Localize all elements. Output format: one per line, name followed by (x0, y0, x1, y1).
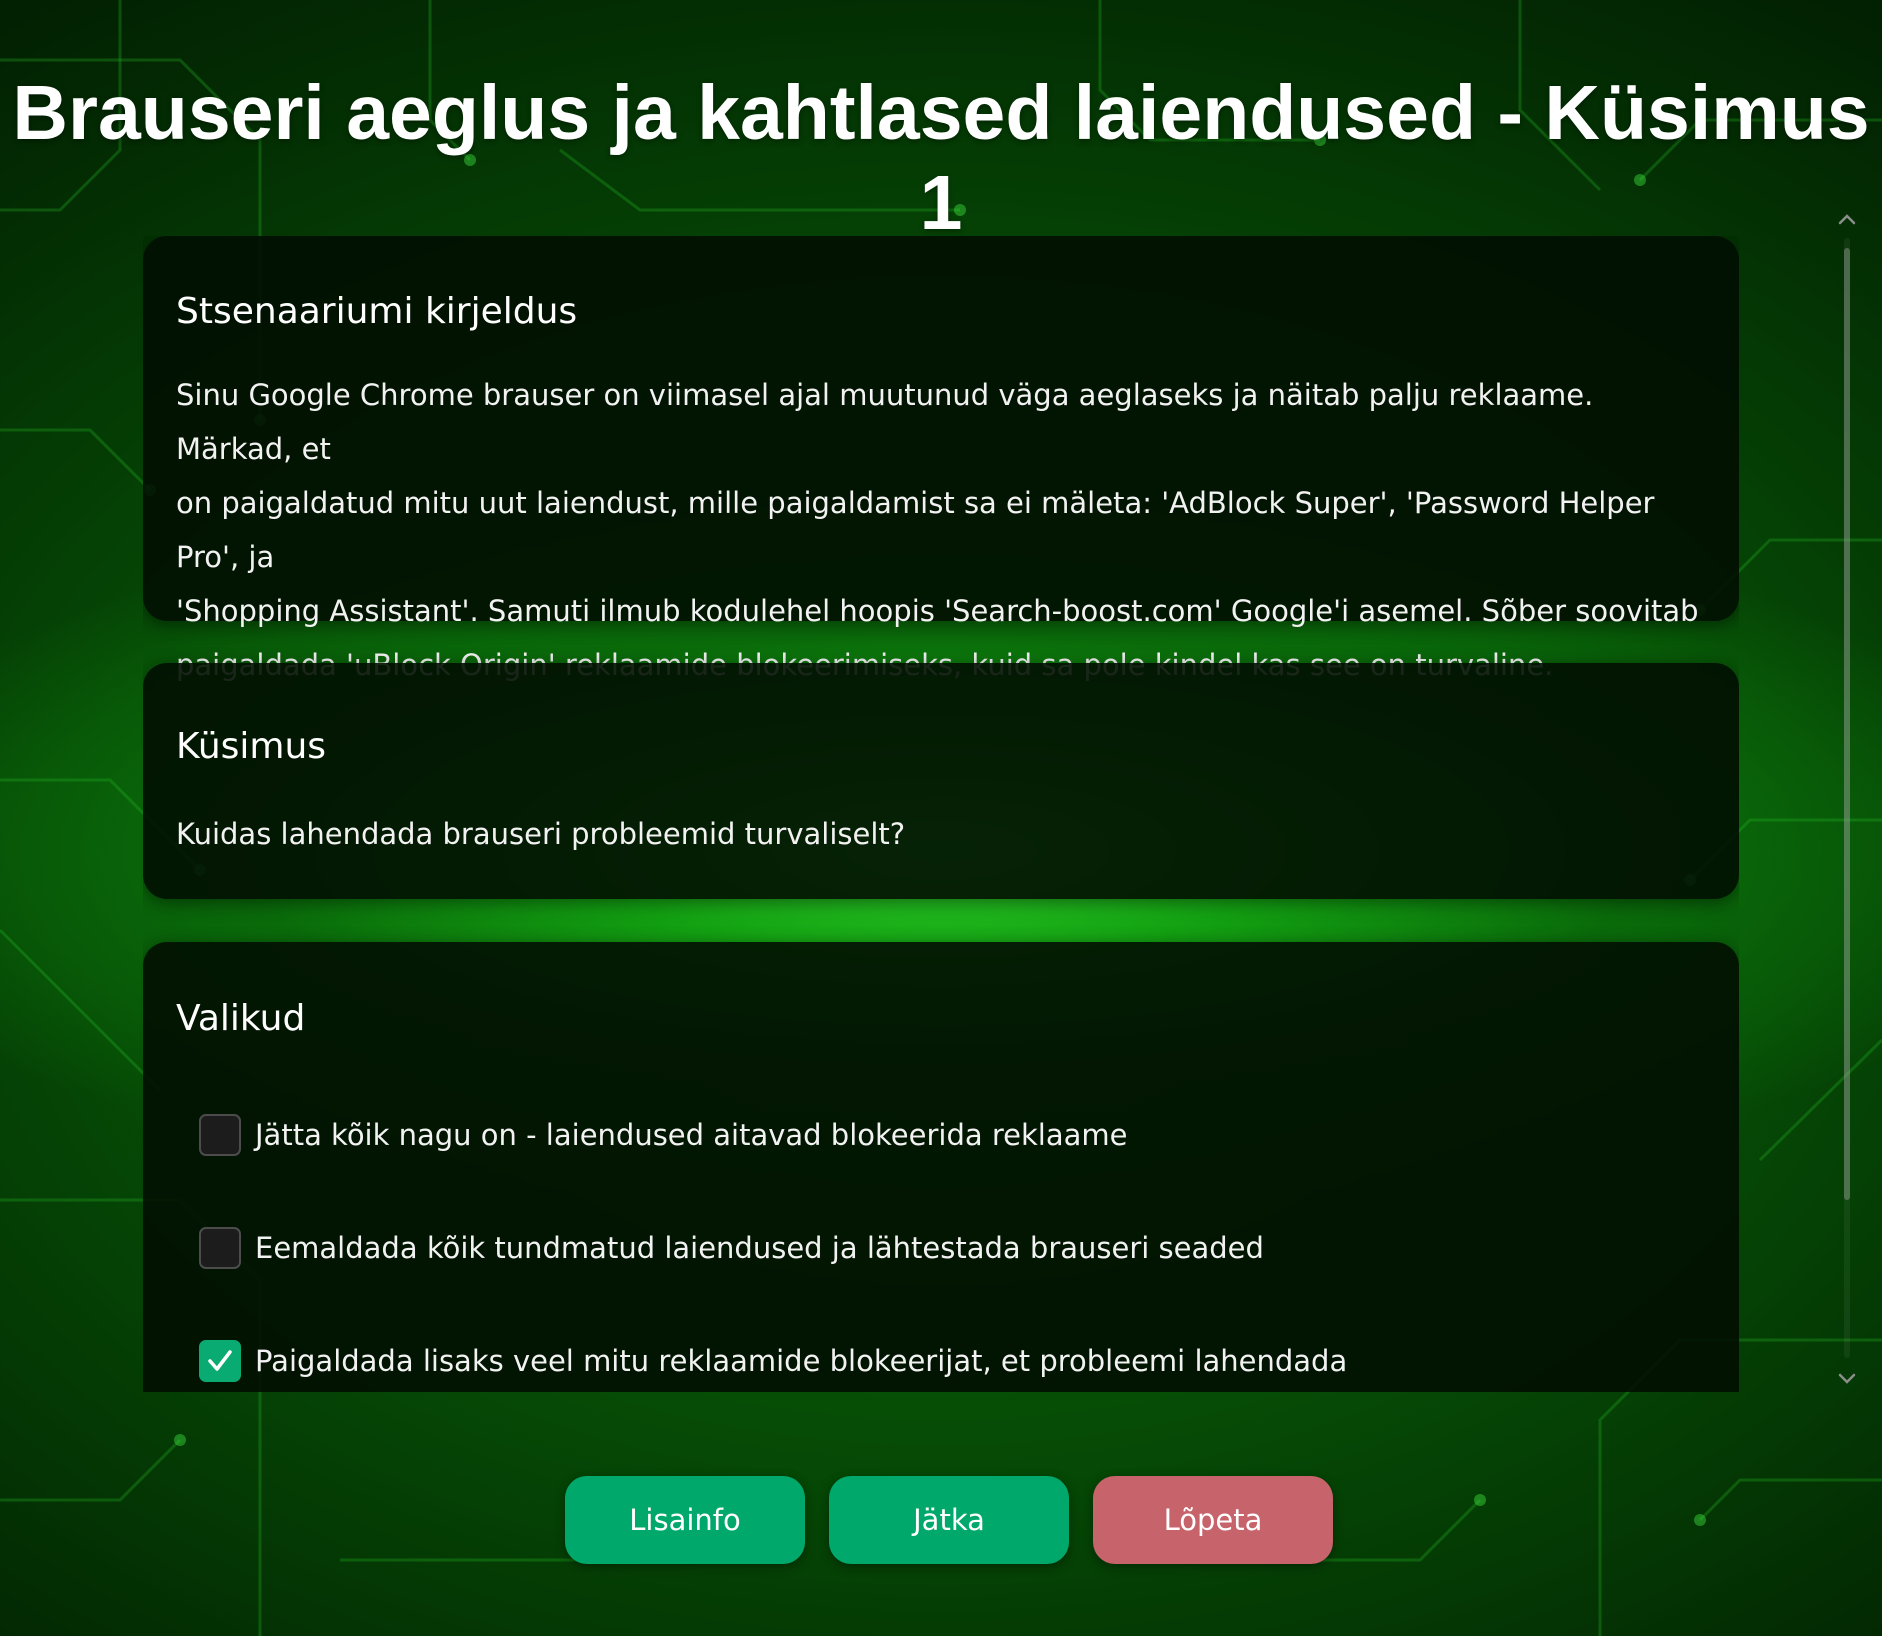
question-heading: Küsimus (176, 726, 327, 767)
question-scroll-area[interactable]: Stsenaariumi kirjeldus Sinu Google Chrom… (143, 236, 1739, 1392)
option-item[interactable]: Jätta kõik nagu on - laiendused aitavad … (199, 1112, 1127, 1158)
page-title: Brauseri aeglus ja kahtlased laiendused … (12, 70, 1870, 246)
info-button[interactable]: Lisainfo (565, 1476, 805, 1564)
chevron-up-icon[interactable] (1836, 208, 1858, 230)
option-item[interactable]: Paigaldada lisaks veel mitu reklaamide b… (199, 1338, 1347, 1384)
option-checkbox[interactable] (199, 1114, 241, 1156)
option-label: Eemaldada kõik tundmatud laiendused ja l… (255, 1231, 1264, 1265)
chevron-down-icon[interactable] (1836, 1368, 1858, 1390)
options-card: Valikud Jätta kõik nagu on - laiendused … (143, 942, 1739, 1392)
scenario-text-line: 'Shopping Assistant'. Samuti ilmub kodul… (176, 594, 1699, 628)
question-card: Küsimus Kuidas lahendada brauseri proble… (143, 663, 1739, 899)
option-label: Paigaldada lisaks veel mitu reklaamide b… (255, 1344, 1348, 1378)
action-buttons: Lisainfo Jätka Lõpeta (565, 1476, 1333, 1564)
options-heading: Valikud (176, 998, 306, 1039)
scenario-text: Sinu Google Chrome brauser on viimasel a… (176, 368, 1706, 692)
checkmark-icon (208, 1350, 232, 1371)
vertical-scrollbar[interactable] (1836, 208, 1858, 1388)
option-checkbox-checked[interactable] (199, 1340, 241, 1382)
option-label: Jätta kõik nagu on - laiendused aitavad … (255, 1118, 1128, 1152)
scrollbar-thumb[interactable] (1844, 248, 1850, 1200)
continue-button[interactable]: Jätka (829, 1476, 1069, 1564)
scenario-card: Stsenaariumi kirjeldus Sinu Google Chrom… (143, 236, 1739, 682)
question-text: Kuidas lahendada brauseri probleemid tur… (176, 817, 906, 851)
scenario-heading: Stsenaariumi kirjeldus (176, 291, 578, 332)
option-item[interactable]: Eemaldada kõik tundmatud laiendused ja l… (199, 1225, 1264, 1271)
option-checkbox[interactable] (199, 1227, 241, 1269)
scenario-text-line: on paigaldatud mitu uut laiendust, mille… (176, 486, 1655, 574)
scenario-text-line: Sinu Google Chrome brauser on viimasel a… (176, 378, 1594, 466)
quit-button[interactable]: Lõpeta (1093, 1476, 1333, 1564)
